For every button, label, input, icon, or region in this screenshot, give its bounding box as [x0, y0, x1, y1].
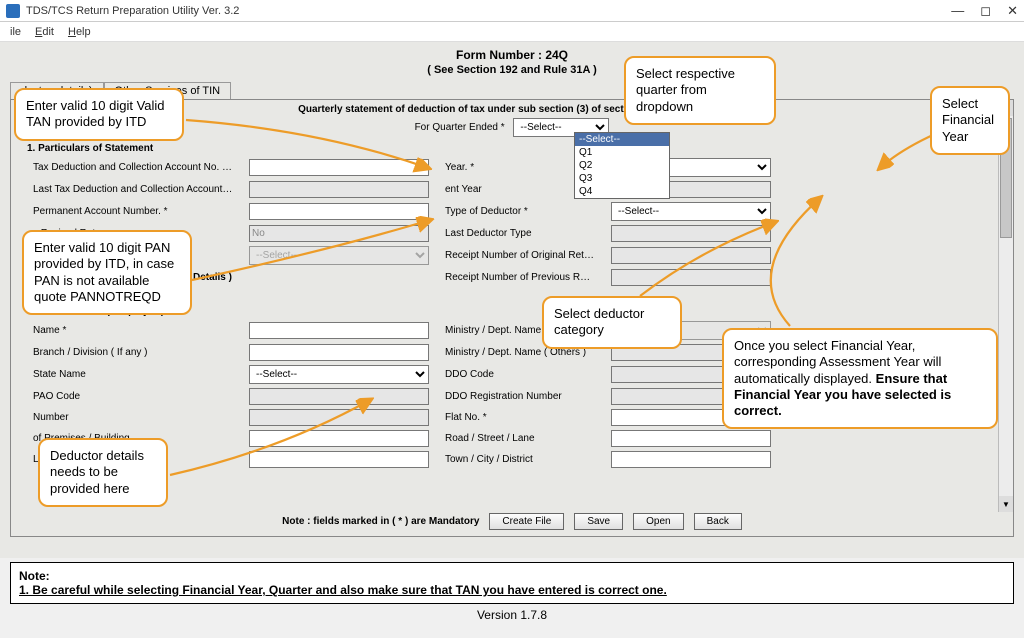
app-logo-icon [6, 4, 20, 18]
footer-note-text: 1. Be careful while selecting Financial … [19, 583, 1005, 597]
ddo-code-label: DDO Code [445, 369, 595, 380]
pao-code-label: PAO Code [33, 391, 233, 402]
deductor-name-label: Name * [33, 325, 233, 336]
pao-code-input [249, 388, 429, 405]
window-titlebar: TDS/TCS Return Preparation Utility Ver. … [0, 0, 1024, 22]
type-deductor-select[interactable]: --Select-- [611, 202, 771, 221]
open-button[interactable]: Open [633, 513, 683, 530]
receipt-previous-input [611, 269, 771, 286]
quarter-dropdown-open[interactable]: --Select-- Q1 Q2 Q3 Q4 [574, 132, 670, 199]
branch-input[interactable] [249, 344, 429, 361]
callout-deductor-details: Deductor details needs to be provided he… [38, 438, 168, 507]
quarter-option-q2[interactable]: Q2 [575, 159, 669, 172]
town-label: Town / City / District [445, 454, 595, 465]
last-tan-input [249, 181, 429, 198]
callout-deductor-category: Select deductor category [542, 296, 682, 349]
quarter-option-q1[interactable]: Q1 [575, 146, 669, 159]
vertical-scrollbar[interactable]: ▲ ▼ [998, 100, 1013, 512]
branch-label: Branch / Division ( If any ) [33, 347, 233, 358]
last-deductor-type-label: Last Deductor Type [445, 228, 595, 239]
save-button[interactable]: Save [574, 513, 623, 530]
premises-input[interactable] [249, 430, 429, 447]
quarter-option-select[interactable]: --Select-- [575, 133, 669, 146]
form-section-heading: ( See Section 192 and Rule 31A ) [10, 64, 1014, 76]
receipt-original-label: Receipt Number of Original Return [445, 250, 595, 261]
callout-financial-year: Select Financial Year [930, 86, 1010, 155]
close-icon[interactable]: ✕ [1007, 3, 1018, 19]
road-label: Road / Street / Lane [445, 433, 595, 444]
number-label: Number [33, 412, 233, 423]
window-title: TDS/TCS Return Preparation Utility Ver. … [26, 5, 239, 17]
scroll-down-icon[interactable]: ▼ [999, 496, 1013, 512]
quarter-option-q3[interactable]: Q3 [575, 172, 669, 185]
last-tan-label: Last Tax Deduction and Collection Accoun… [33, 184, 233, 195]
hidden-select-1: --Select-- [249, 246, 429, 265]
ddo-reg-label: DDO Registration Number [445, 391, 595, 402]
pan-label: Permanent Account Number. * [33, 206, 233, 217]
revised-return-input [249, 225, 429, 242]
menu-help[interactable]: Help [68, 26, 91, 38]
flat-no-label: Flat No. * [445, 412, 595, 423]
deductor-name-input[interactable] [249, 322, 429, 339]
tan-input[interactable] [249, 159, 429, 176]
minimize-icon[interactable]: — [951, 3, 964, 19]
section-1-title: 1. Particulars of Statement [27, 143, 1007, 154]
callout-quarter: Select respective quarter from dropdown [624, 56, 776, 125]
callout-assessment-year: Once you select Financial Year, correspo… [722, 328, 998, 429]
financial-year-label: Year. * [445, 162, 595, 173]
town-input[interactable] [611, 451, 771, 468]
quarter-label: For Quarter Ended * [415, 122, 505, 133]
last-deductor-type-input [611, 225, 771, 242]
footer-note-label: Note: [19, 569, 1005, 583]
footer-note-box: Note: 1. Be careful while selecting Fina… [10, 562, 1014, 604]
version-label: Version 1.7.8 [0, 608, 1024, 622]
location-input[interactable] [249, 451, 429, 468]
state-label: State Name [33, 369, 233, 380]
receipt-previous-label: Receipt Number of Previous Return [445, 272, 595, 283]
maximize-icon[interactable]: ◻ [980, 3, 991, 19]
back-button[interactable]: Back [694, 513, 742, 530]
receipt-original-input [611, 247, 771, 264]
callout-tan: Enter valid 10 digit Valid TAN provided … [14, 88, 184, 141]
road-input[interactable] [611, 430, 771, 447]
type-deductor-label: Type of Deductor * [445, 206, 595, 217]
tan-label: Tax Deduction and Collection Account No.… [33, 162, 233, 173]
state-select[interactable]: --Select-- [249, 365, 429, 384]
ministry-others-label: Ministry / Dept. Name ( Others ) [445, 347, 595, 358]
callout-pan: Enter valid 10 digit PAN provided by ITD… [22, 230, 192, 315]
assessment-year-label: ent Year [445, 184, 595, 195]
form-number-heading: Form Number : 24Q [10, 48, 1014, 62]
menubar: ile Edit Help [0, 22, 1024, 42]
create-file-button[interactable]: Create File [489, 513, 564, 530]
pan-input[interactable] [249, 203, 429, 220]
quarter-option-q4[interactable]: Q4 [575, 185, 669, 198]
number-input [249, 409, 429, 426]
menu-edit[interactable]: Edit [35, 26, 54, 38]
menu-file[interactable]: ile [10, 26, 21, 38]
mandatory-note: Note : fields marked in ( * ) are Mandat… [282, 516, 479, 527]
